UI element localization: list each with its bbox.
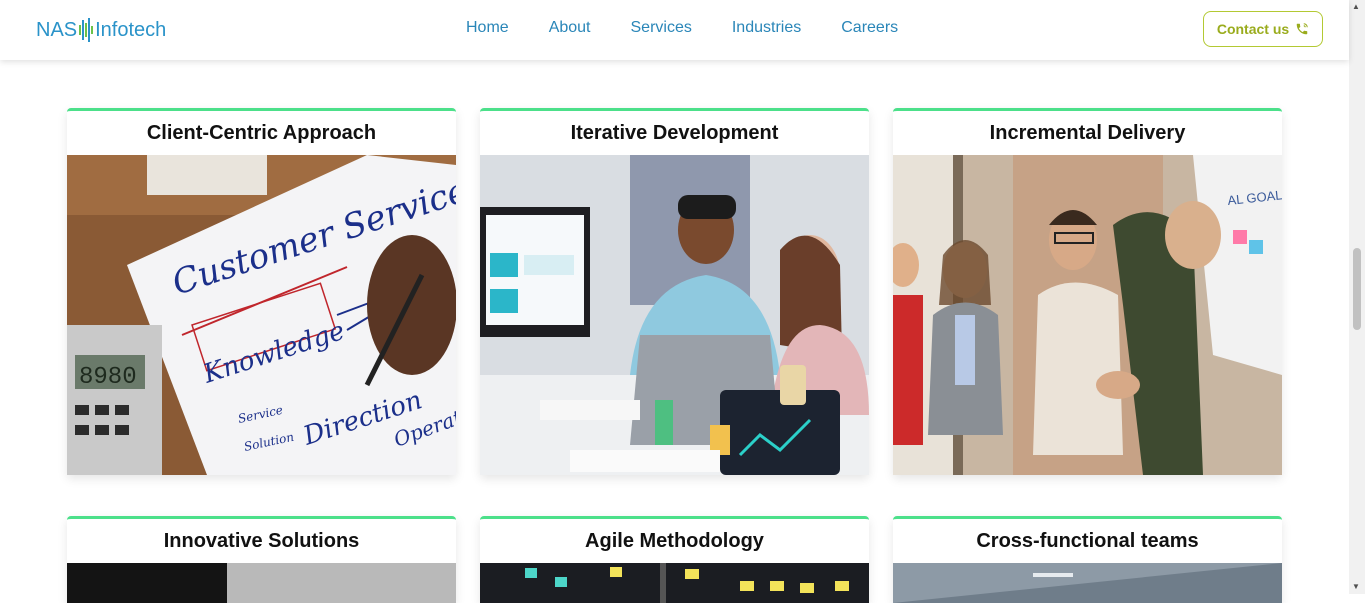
phone-icon xyxy=(1296,23,1308,35)
nav-link-home[interactable]: Home xyxy=(466,19,509,37)
card-title: Innovative Solutions xyxy=(163,530,360,552)
top-navbar: NAS Infotech Home About Services Industr… xyxy=(0,0,1349,60)
nav-link-industries[interactable]: Industries xyxy=(732,19,801,37)
card-title: Cross-functional teams xyxy=(976,530,1199,552)
card-iterative-development: Iterative Development xyxy=(480,108,869,475)
card-title: Incremental Delivery xyxy=(989,122,1186,144)
nav-link-careers[interactable]: Careers xyxy=(841,19,898,37)
office-ceiling-photo xyxy=(893,563,1282,603)
customer-service-note-photo: 8980 Customer Service Knowledge Directio… xyxy=(67,155,456,475)
logo-text-nas: NAS xyxy=(36,18,78,41)
scroll-down-arrow-icon[interactable]: ▼ xyxy=(1352,582,1360,591)
logo-wave-icon xyxy=(79,18,94,42)
main-nav: Home About Services Industries Careers xyxy=(466,19,898,37)
nav-link-services[interactable]: Services xyxy=(631,19,692,37)
card-title: Iterative Development xyxy=(570,122,779,144)
brand-logo[interactable]: NAS Infotech xyxy=(36,16,166,44)
page-scrollbar[interactable]: ▲ ▼ xyxy=(1349,0,1365,594)
team-at-computer-photo xyxy=(480,155,869,475)
scroll-thumb[interactable] xyxy=(1353,248,1361,330)
nav-link-about[interactable]: About xyxy=(549,19,591,37)
card-client-centric: Client-Centric Approach 8980 Customer Se… xyxy=(67,108,456,475)
card-innovative-solutions: Innovative Solutions xyxy=(67,516,456,603)
logo-text-infotech: Infotech xyxy=(95,18,167,41)
card-cross-functional-teams: Cross-functional teams xyxy=(893,516,1282,603)
business-handshake-photo: AL GOALS xyxy=(893,155,1282,475)
card-title: Agile Methodology xyxy=(585,530,764,552)
contact-us-button[interactable]: Contact us xyxy=(1203,11,1323,47)
sticky-notes-board-photo xyxy=(480,563,869,603)
card-incremental-delivery: Incremental Delivery AL GOALS xyxy=(893,108,1282,475)
scroll-up-arrow-icon[interactable]: ▲ xyxy=(1352,2,1360,11)
card-agile-methodology: Agile Methodology xyxy=(480,516,869,603)
card-title: Client-Centric Approach xyxy=(146,122,377,144)
contact-us-label: Contact us xyxy=(1216,21,1290,37)
calculator-display: 8980 xyxy=(79,364,137,391)
dark-office-photo xyxy=(67,563,456,603)
